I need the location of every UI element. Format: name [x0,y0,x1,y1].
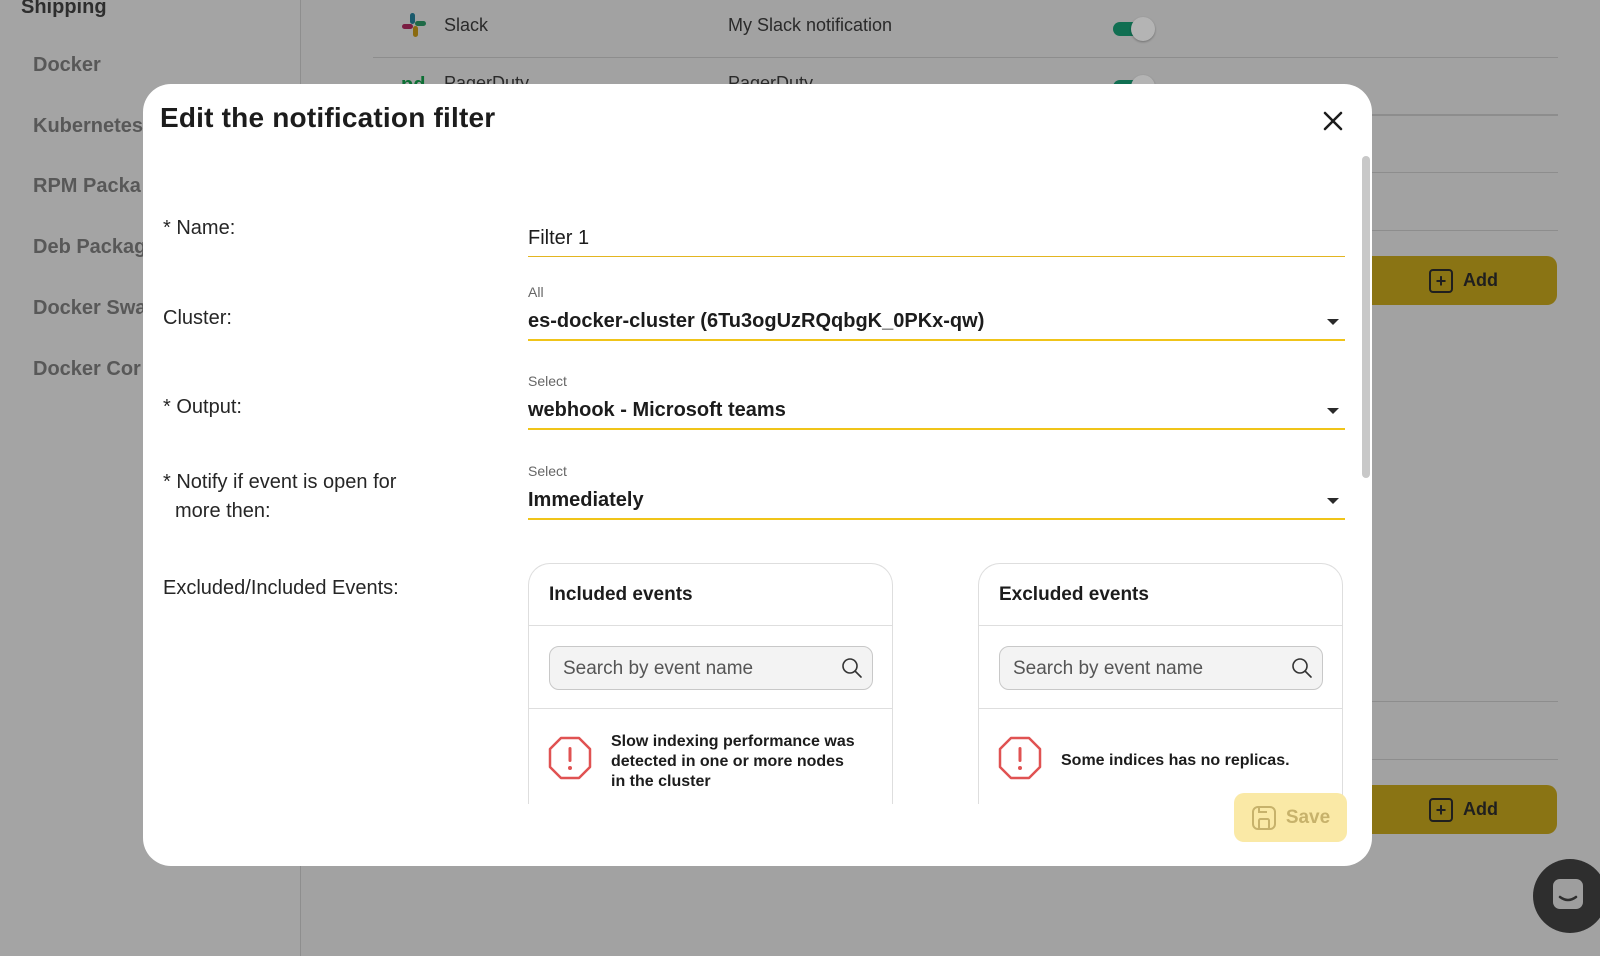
chat-launcher-button[interactable] [1533,859,1600,933]
sidebar-item-docker[interactable]: Docker [33,54,101,77]
divider [1368,114,1558,115]
sidebar-item-deb-packages[interactable]: Deb Packag [33,236,146,259]
warning-icon [548,736,592,780]
list-item[interactable]: Some indices has no replicas. [979,709,1342,799]
slack-icon [402,13,426,37]
notification-toggle[interactable] [1111,15,1157,41]
cluster-select[interactable]: All es-docker-cluster (6Tu3ogUzRQqbgK_0P… [528,284,1345,341]
event-text: Some indices has no replicas. [1061,752,1290,769]
notify-value: Immediately [528,489,644,511]
included-events-title: Included events [529,564,892,626]
notification-name: Slack [444,15,489,35]
divider [1368,172,1558,173]
divider [1368,230,1558,231]
search-icon[interactable] [1291,657,1313,679]
excluded-search[interactable] [999,646,1323,690]
notification-row: Slack My Slack notification [373,0,1558,58]
output-select[interactable]: Select webhook - Microsoft teams [528,373,1345,430]
notify-select[interactable]: Select Immediately [528,463,1345,520]
output-label: * Output: [163,396,242,418]
chevron-down-icon[interactable] [1327,319,1339,325]
save-button[interactable]: Save [1234,793,1347,842]
sidebar-item-docker-compose[interactable]: Docker Cor [33,358,141,381]
name-field[interactable]: Filter 1 [528,221,1345,257]
excluded-events-panel: Excluded events Some indices has no repl… [978,563,1343,804]
chat-icon [1553,879,1583,909]
modal-title: Edit the notification filter [160,102,496,133]
excluded-search-input[interactable] [1011,656,1285,682]
cluster-caption: All [528,284,544,300]
chevron-down-icon[interactable] [1327,498,1339,504]
add-button[interactable]: + Add [1370,785,1557,834]
list-item[interactable]: Slow indexing performance was detected i… [529,709,892,799]
notification-description: My Slack notification [728,15,893,35]
modal-scrollbar[interactable] [1362,156,1370,478]
included-search[interactable] [549,646,873,690]
divider [1368,759,1558,760]
search-icon[interactable] [841,657,863,679]
name-input[interactable]: Filter 1 [528,221,1345,257]
plus-icon: + [1429,268,1453,293]
divider [1368,701,1558,702]
included-events-panel: Included events Slow indexing performanc… [528,563,893,804]
excluded-events-title: Excluded events [979,564,1342,626]
cluster-label: Cluster: [163,307,232,329]
save-icon [1251,805,1276,830]
add-button[interactable]: + Add [1370,256,1557,305]
edit-filter-modal: Edit the notification filter * Name: Fil… [143,84,1372,866]
name-label: * Name: [163,217,236,239]
sidebar-item-rpm-packages[interactable]: RPM Packa [33,175,141,198]
sidebar-section-title: Shipping [21,0,107,18]
events-label: Excluded/Included Events: [163,577,399,599]
notify-caption: Select [528,463,567,479]
output-caption: Select [528,373,567,389]
warning-icon [998,736,1042,780]
close-icon[interactable] [1318,106,1348,136]
output-value: webhook - Microsoft teams [528,399,786,421]
chevron-down-icon[interactable] [1327,408,1339,414]
included-search-input[interactable] [561,656,835,682]
sidebar-item-kubernetes[interactable]: Kubernetes [33,115,143,138]
sidebar-item-docker-swarm[interactable]: Docker Swa [33,297,146,320]
plus-icon: + [1429,797,1453,822]
notify-label: * Notify if event is open for more then: [163,471,397,522]
cluster-value: es-docker-cluster (6Tu3ogUzRQqbgK_0PKx-q… [528,310,985,332]
event-text: Slow indexing performance was detected i… [611,733,855,790]
